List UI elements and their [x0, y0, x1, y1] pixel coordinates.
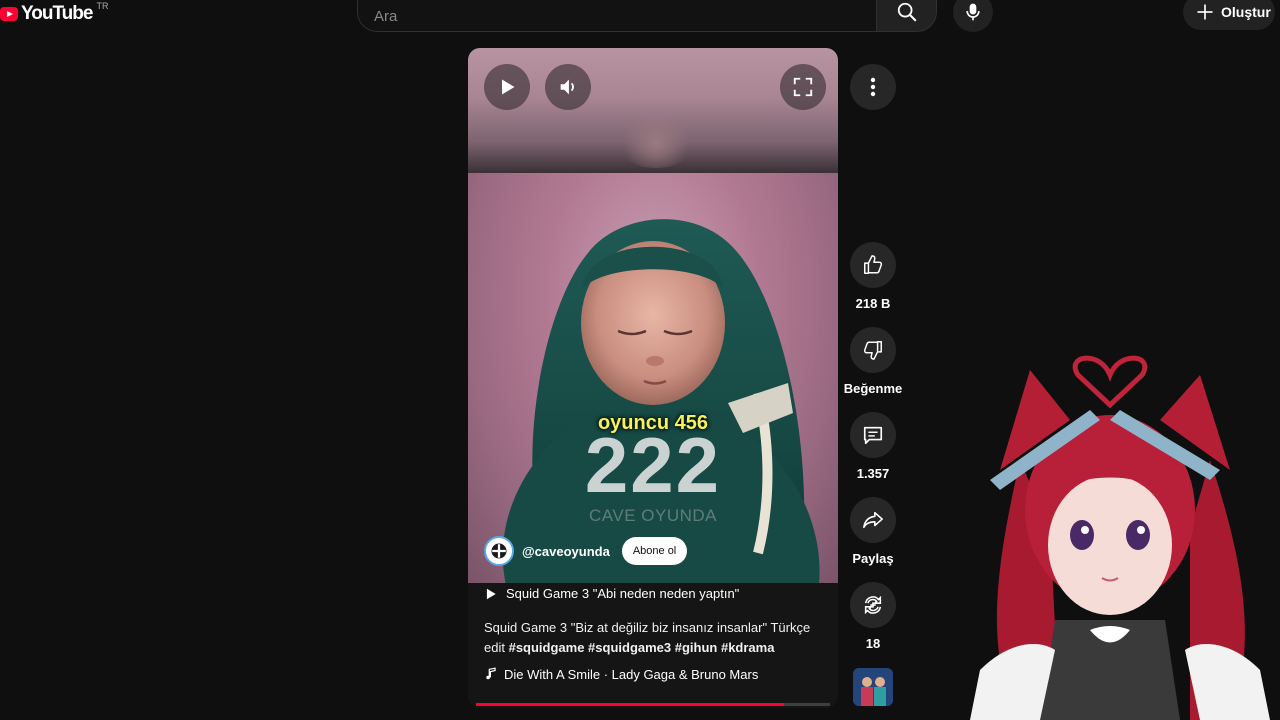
- volume-icon: [560, 79, 574, 95]
- remix-icon: [864, 595, 882, 615]
- music-note-icon: [486, 667, 496, 680]
- share-button[interactable]: [850, 497, 896, 543]
- video-watermark: CAVE OYUNDA: [589, 506, 717, 525]
- playlist-link[interactable]: Squid Game 3 "Abi neden neden yaptın": [484, 586, 739, 601]
- like-count: 218 B: [855, 296, 891, 311]
- music-title: Die With A Smile · Lady Gaga & Bruno Mar…: [504, 666, 759, 682]
- search-input[interactable]: [358, 0, 876, 31]
- play-button[interactable]: [484, 64, 530, 110]
- create-label: Oluştur: [1221, 4, 1271, 20]
- comment-action[interactable]: 1.357: [840, 412, 906, 481]
- dislike-button[interactable]: [850, 327, 896, 373]
- channel-logo-icon: [491, 543, 507, 559]
- share-icon: [863, 511, 883, 529]
- share-label: Paylaş: [852, 551, 894, 566]
- progress-fill: [476, 703, 784, 706]
- like-action[interactable]: 218 B: [840, 242, 906, 311]
- share-action[interactable]: Paylaş: [840, 497, 906, 566]
- channel-row: @caveoyunda Abone ol: [484, 536, 688, 566]
- comment-count: 1.357: [856, 466, 890, 481]
- comment-icon: [863, 426, 883, 445]
- sound-thumbnail[interactable]: [853, 668, 893, 706]
- volume-button[interactable]: [545, 64, 591, 110]
- plus-icon: [1197, 4, 1213, 20]
- comment-button[interactable]: [850, 412, 896, 458]
- thumb-down-icon: [863, 341, 882, 360]
- fullscreen-icon: [793, 77, 813, 97]
- mic-icon: [966, 3, 980, 21]
- player-number: 222: [584, 421, 722, 509]
- channel-avatar[interactable]: [484, 536, 514, 566]
- dislike-label: Beğenme: [843, 381, 903, 396]
- vtuber-avatar-overlay: [970, 355, 1270, 720]
- blurred-top-area: [468, 48, 838, 173]
- region-code: TR: [96, 1, 109, 11]
- like-button[interactable]: [850, 242, 896, 288]
- search-box[interactable]: [357, 0, 877, 32]
- shorts-player[interactable]: oyuncu 456 222 CAVE OYUNDA @caveoyunda A…: [468, 48, 838, 708]
- video-description[interactable]: Squid Game 3 "Biz at değiliz biz insanız…: [484, 618, 829, 658]
- sound-artwork-icon: [853, 668, 893, 706]
- remix-button[interactable]: [850, 582, 896, 628]
- voice-search-button[interactable]: [953, 0, 993, 32]
- subscribe-button[interactable]: Abone ol: [621, 537, 688, 565]
- thumb-up-icon: [864, 255, 883, 274]
- description-hashtags[interactable]: #squidgame #squidgame3 #gihun #kdrama: [509, 640, 775, 655]
- play-icon: [502, 79, 515, 95]
- more-options-button[interactable]: [850, 64, 896, 110]
- youtube-logo-text: YouTube: [21, 3, 93, 24]
- fullscreen-button[interactable]: [780, 64, 826, 110]
- playlist-play-icon: [486, 588, 496, 599]
- music-link[interactable]: Die With A Smile · Lady Gaga & Bruno Mar…: [484, 666, 758, 682]
- progress-bar[interactable]: [476, 703, 830, 706]
- youtube-logo-icon: [0, 7, 18, 21]
- more-vert-icon: [870, 77, 876, 97]
- remix-action[interactable]: 18: [840, 582, 906, 651]
- create-button[interactable]: Oluştur: [1183, 0, 1275, 30]
- channel-name[interactable]: @caveoyunda: [522, 544, 610, 559]
- search-icon: [897, 2, 916, 22]
- dislike-action[interactable]: Beğenme: [840, 327, 906, 396]
- youtube-logo[interactable]: YouTube TR: [0, 1, 109, 26]
- remix-count: 18: [865, 636, 881, 651]
- search-button[interactable]: [877, 0, 937, 32]
- playlist-title: Squid Game 3 "Abi neden neden yaptın": [506, 586, 740, 601]
